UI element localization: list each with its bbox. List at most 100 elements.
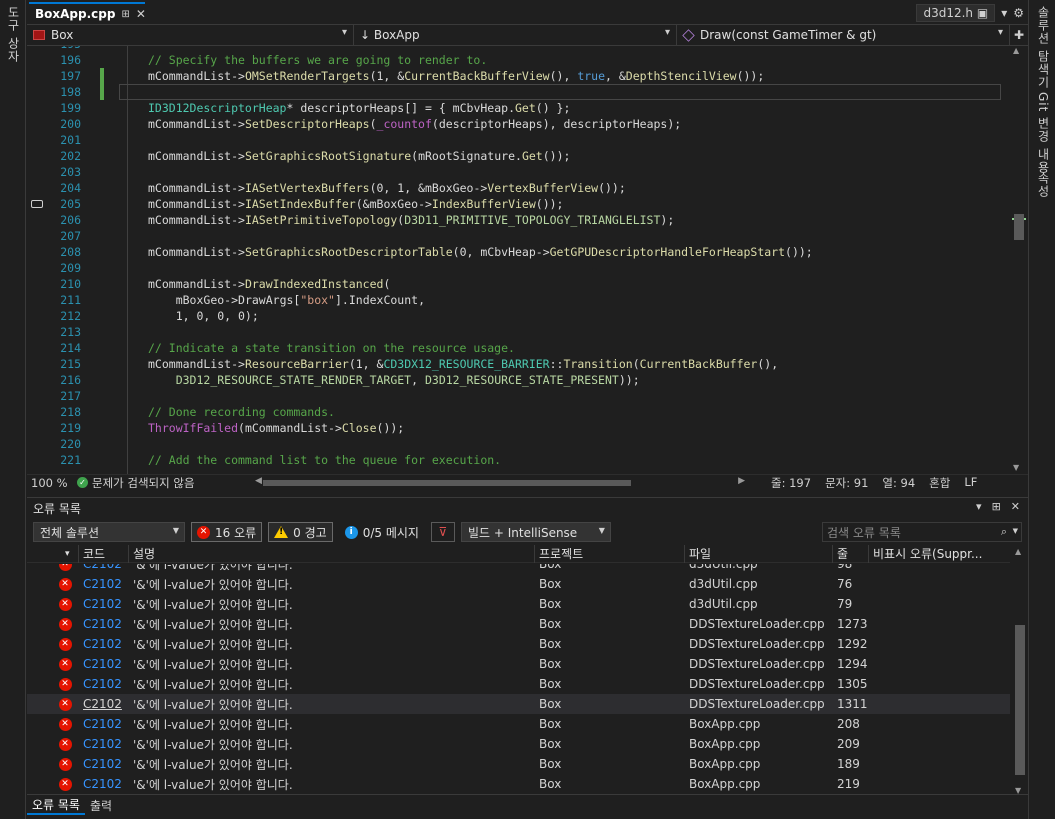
scope-dropdown[interactable]: ↓ BoxApp ▾ xyxy=(354,25,677,45)
table-row[interactable]: ✕ C2102 '&'에 l-value가 있어야 합니다. Box DDSTextur… xyxy=(27,674,1010,694)
code-line[interactable]: D3D12_RESOURCE_STATE_RENDER_TARGET, D3D1… xyxy=(148,372,640,388)
code-line[interactable]: mCommandList->ResourceBarrier(1, &CD3DX1… xyxy=(148,356,778,372)
warnings-filter-button[interactable]: 0 경고 xyxy=(268,522,333,542)
table-row[interactable]: ✕ C2102 '&'에 l-value가 있어야 합니다. Box DDSTextur… xyxy=(27,634,1010,654)
toolbox-tab[interactable]: 도구 상자 xyxy=(5,6,22,63)
code-line[interactable]: mCommandList->DrawIndexedInstanced( xyxy=(148,276,390,292)
scroll-thumb[interactable] xyxy=(1014,214,1024,240)
table-row[interactable]: ✕ C2102 '&'에 l-value가 있어야 합니다. Box d3dUtil.c… xyxy=(27,594,1010,614)
column-header-suppression[interactable]: 비표시 오류(Suppr... xyxy=(869,545,1010,563)
column-header-code[interactable]: 코드 xyxy=(79,544,129,563)
pin-icon[interactable]: ⊞ xyxy=(121,9,129,20)
indent-mode[interactable]: 혼합 xyxy=(929,475,950,491)
close-icon[interactable]: ✕ xyxy=(136,7,146,21)
error-code-cell[interactable]: C2102 xyxy=(79,634,129,654)
panel-pin-icon[interactable]: ⊞ xyxy=(992,500,1001,513)
panel-close-icon[interactable]: ✕ xyxy=(1011,500,1020,513)
table-row[interactable]: ✕ C2102 '&'에 l-value가 있어야 합니다. Box DDSTextur… xyxy=(27,694,1010,714)
table-row[interactable]: ✕ C2102 '&'에 l-value가 있어야 합니다. Box BoxApp.cp… xyxy=(27,754,1010,774)
table-row[interactable]: ✕ C2102 '&'에 l-value가 있어야 합니다. Box d3dUtil.c… xyxy=(27,574,1010,594)
code-line[interactable]: mCommandList->SetDescriptorHeaps(_counto… xyxy=(148,116,681,132)
sort-column-header[interactable]: ▾ xyxy=(27,544,79,563)
error-code-cell[interactable]: C2102 xyxy=(79,654,129,674)
table-row[interactable]: ✕ C2102 '&'에 l-value가 있어야 합니다. Box BoxApp.cp… xyxy=(27,774,1010,794)
scroll-up-icon[interactable]: ▲ xyxy=(1015,547,1021,556)
build-source-dropdown[interactable]: 빌드 + IntelliSense ▼ xyxy=(460,522,611,542)
error-code-cell[interactable]: C2102 xyxy=(79,774,129,794)
messages-filter-button[interactable]: i 0/5 메시지 xyxy=(339,522,425,542)
scroll-down-icon[interactable]: ▼ xyxy=(1013,463,1019,472)
code-area[interactable]: // Specify the buffers we are going to r… xyxy=(122,46,1012,474)
errors-filter-button[interactable]: ✕ 16 오류 xyxy=(191,522,263,542)
table-row[interactable]: ✕ C2102 '&'에 l-value가 있어야 합니다. Box DDSTextur… xyxy=(27,614,1010,634)
column-header-project[interactable]: 프로젝트 xyxy=(535,544,685,563)
panel-menu-dropdown-icon[interactable]: ▾ xyxy=(976,500,982,513)
column-header-line[interactable]: 줄 xyxy=(833,544,869,563)
code-line[interactable]: ID3D12DescriptorHeap* descriptorHeaps[] … xyxy=(148,100,570,116)
error-search-input[interactable]: 검색 오류 목록 ⌕ ▼ xyxy=(822,522,1022,542)
code-line[interactable]: mCommandList->SetGraphicsRootSignature(m… xyxy=(148,148,570,164)
code-token: // Indicate a state transition on the re… xyxy=(148,341,515,355)
error-file-cell: BoxApp.cpp xyxy=(689,717,761,731)
error-code-cell[interactable]: C2102 xyxy=(79,674,129,694)
error-code-cell[interactable]: C2102 xyxy=(79,714,129,734)
error-code-cell[interactable]: C2102 xyxy=(79,564,129,574)
code-line[interactable]: // Add the command list to the queue for… xyxy=(148,452,501,468)
scroll-thumb[interactable] xyxy=(263,479,631,486)
editor-horizontal-scrollbar[interactable]: ◀ ▶ xyxy=(255,476,745,489)
code-line[interactable]: mBoxGeo->DrawArgs["box"].IndexCount, xyxy=(148,292,425,308)
code-line[interactable]: // Specify the buffers we are going to r… xyxy=(148,52,487,68)
project-dropdown[interactable]: Box ▾ xyxy=(27,25,354,45)
split-window-icon[interactable]: ✚ xyxy=(1010,25,1028,45)
chevron-down-icon[interactable]: ▼ xyxy=(1013,527,1018,535)
git-changes-tab[interactable]: Git 변경 내용 xyxy=(1035,92,1052,174)
code-line[interactable]: mCommandList->SetGraphicsRootDescriptorT… xyxy=(148,244,813,260)
table-row[interactable]: ✕ C2102 '&'에 l-value가 있어야 합니다. Box BoxApp.cp… xyxy=(27,714,1010,734)
code-line[interactable]: ThrowIfFailed(mCommandList->Close()); xyxy=(148,420,404,436)
code-line[interactable]: mCommandList->IASetVertexBuffers(0, 1, &… xyxy=(148,180,626,196)
line-ending[interactable]: LF xyxy=(964,475,977,491)
tab-list-dropdown-icon[interactable]: ▾ xyxy=(1001,6,1007,20)
solution-explorer-tab[interactable]: 솔루션 탐색기 xyxy=(1035,6,1052,89)
settings-icon[interactable]: ⚙ xyxy=(1013,6,1024,20)
zoom-level[interactable]: 100 % xyxy=(27,476,77,490)
scroll-right-icon[interactable]: ▶ xyxy=(738,476,745,486)
member-dropdown[interactable]: Draw(const GameTimer & gt) ▾ xyxy=(677,25,1010,45)
column-header-description[interactable]: 설명 xyxy=(129,544,535,563)
error-code-cell[interactable]: C2102 xyxy=(79,614,129,634)
search-icon[interactable]: ⌕ xyxy=(1001,525,1007,539)
table-row[interactable]: ✕ C2102 '&'에 l-value가 있어야 합니다. Box d3dUtil.c… xyxy=(27,564,1010,574)
code-line[interactable]: mCommandList->IASetPrimitiveTopology(D3D… xyxy=(148,212,674,228)
error-code-cell[interactable]: C2102 xyxy=(79,754,129,774)
error-code-cell[interactable]: C2102 xyxy=(79,594,129,614)
tab-error-list[interactable]: 오류 목록 xyxy=(27,795,85,815)
table-row[interactable]: ✕ C2102 '&'에 l-value가 있어야 합니다. Box DDSTextur… xyxy=(27,654,1010,674)
editor-vertical-scrollbar[interactable]: ▲ ▼ xyxy=(1010,46,1028,474)
error-code-cell[interactable]: C2102 xyxy=(79,574,129,594)
column-header-file[interactable]: 파일 xyxy=(685,544,833,563)
line-indicator[interactable]: 줄: 197 xyxy=(771,475,811,491)
code-line[interactable]: // Indicate a state transition on the re… xyxy=(148,340,515,356)
scope-filter-dropdown[interactable]: 전체 솔루션 ▼ xyxy=(33,522,185,542)
properties-tab[interactable]: 속성 xyxy=(1035,172,1052,198)
issues-indicator[interactable]: ✓ 문제가 검색되지 않음 xyxy=(77,475,247,491)
tab-boxapp-cpp[interactable]: BoxApp.cpp ⊞ ✕ xyxy=(29,2,146,24)
code-editor[interactable]: 1951961971981992002012022032042052062072… xyxy=(27,46,1028,474)
filter-toggle-button[interactable]: ⊽ xyxy=(430,522,455,542)
code-line[interactable]: // Done recording commands. xyxy=(148,404,335,420)
code-line[interactable]: 1, 0, 0, 0); xyxy=(148,308,259,324)
preview-tab-d3d12h[interactable]: d3d12.h ▣ xyxy=(916,4,996,22)
scroll-up-icon[interactable]: ▲ xyxy=(1013,46,1019,55)
error-code-cell[interactable]: C2102 xyxy=(79,694,129,714)
tab-output[interactable]: 출력 xyxy=(85,795,117,815)
code-line[interactable]: mCommandList->IASetIndexBuffer(&mBoxGeo-… xyxy=(148,196,563,212)
code-line[interactable]: mCommandList->OMSetRenderTargets(1, &Cur… xyxy=(148,68,764,84)
scroll-thumb[interactable] xyxy=(1015,625,1025,775)
error-code-cell[interactable]: C2102 xyxy=(79,734,129,754)
scroll-left-icon[interactable]: ◀ xyxy=(255,476,262,486)
preview-pin-icon[interactable]: ▣ xyxy=(977,6,988,20)
table-row[interactable]: ✕ C2102 '&'에 l-value가 있어야 합니다. Box BoxApp.cp… xyxy=(27,734,1010,754)
code-token: -> xyxy=(231,357,245,371)
error-list-vertical-scrollbar[interactable]: ▲ ▼ xyxy=(1012,545,1028,795)
